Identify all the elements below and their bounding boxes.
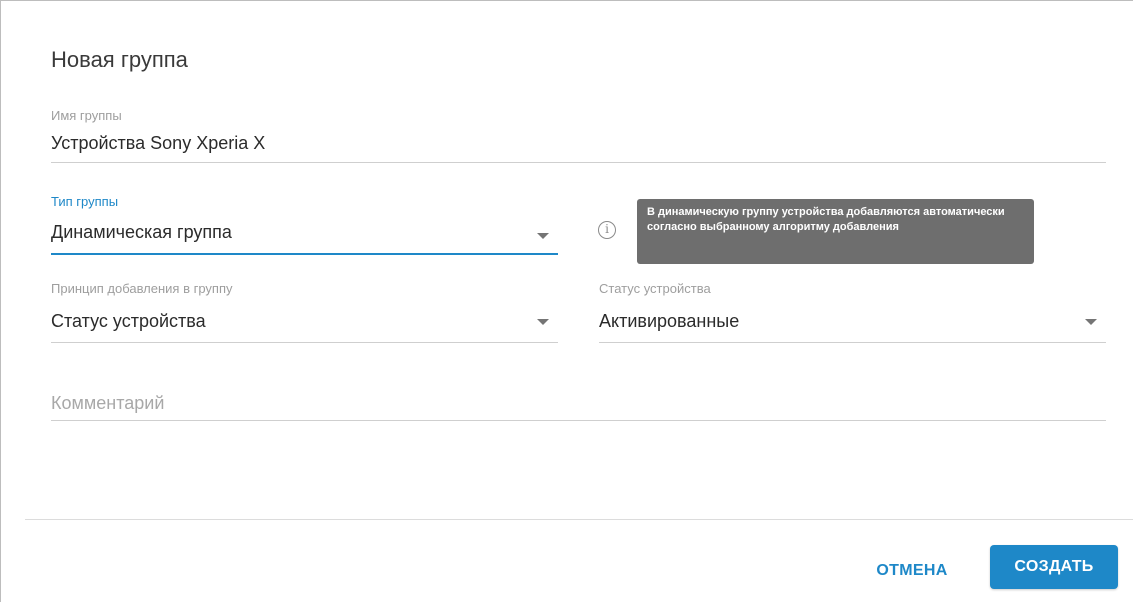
add-principle-underline (51, 342, 558, 343)
comment-underline (51, 420, 1106, 421)
comment-input[interactable]: Комментарий (51, 393, 164, 414)
device-status-select[interactable]: Статус устройства Активированные (599, 281, 1106, 345)
group-name-input[interactable]: Устройства Sony Xperia X (51, 133, 265, 154)
group-type-select[interactable]: Тип группы Динамическая группа (51, 194, 558, 256)
footer-divider (25, 519, 1133, 520)
group-name-label: Имя группы (51, 108, 122, 123)
add-principle-select[interactable]: Принцип добавления в группу Статус устро… (51, 281, 558, 345)
info-icon[interactable]: i (598, 221, 616, 239)
chevron-down-icon[interactable] (1085, 319, 1097, 325)
device-status-value: Активированные (599, 311, 740, 331)
add-principle-label: Принцип добавления в группу (51, 281, 233, 296)
group-name-underline (51, 162, 1106, 163)
create-button[interactable]: СОЗДАТЬ (990, 545, 1118, 589)
device-status-underline (599, 342, 1106, 343)
device-status-label: Статус устройства (599, 281, 711, 296)
group-type-value: Динамическая группа (51, 222, 232, 242)
group-type-underline (51, 253, 558, 255)
new-group-dialog: Новая группа Имя группы Устройства Sony … (0, 0, 1133, 602)
group-name-field[interactable]: Имя группы Устройства Sony Xperia X (51, 108, 1106, 164)
group-type-tooltip: В динамическую группу устройства добавля… (637, 199, 1034, 264)
chevron-down-icon[interactable] (537, 233, 549, 239)
group-type-label: Тип группы (51, 194, 119, 209)
comment-field[interactable]: Комментарий (51, 393, 1106, 423)
dialog-title: Новая группа (51, 47, 188, 72)
add-principle-value: Статус устройства (51, 311, 206, 331)
cancel-button[interactable]: ОТМЕНА (859, 555, 965, 587)
chevron-down-icon[interactable] (537, 319, 549, 325)
